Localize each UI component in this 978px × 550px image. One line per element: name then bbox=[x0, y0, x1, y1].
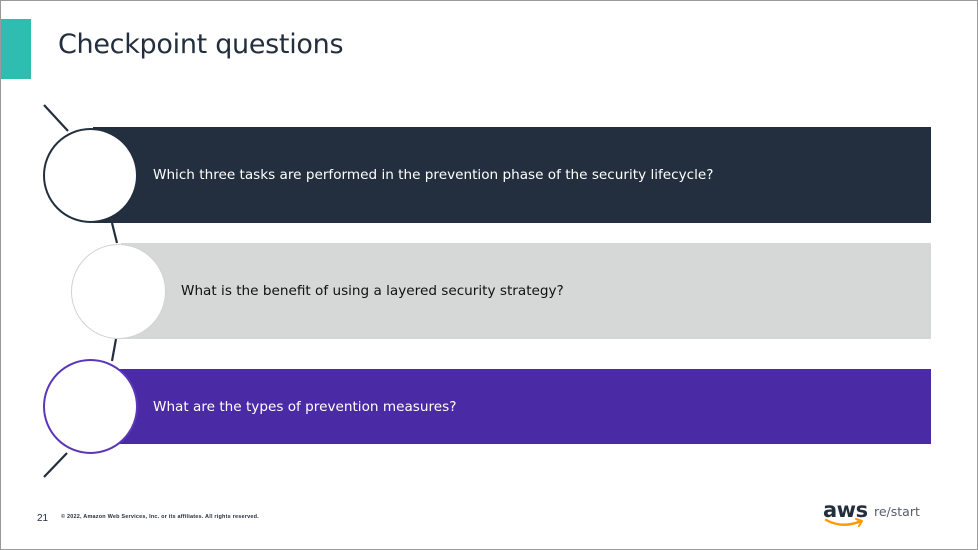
restart-logo-text: re/start bbox=[874, 504, 920, 519]
page-number: 21 bbox=[37, 513, 49, 524]
question-text-1: Which three tasks are performed in the p… bbox=[153, 167, 714, 183]
question-bar-2: What is the benefit of using a layered s… bbox=[121, 243, 931, 339]
question-bar-3: What are the types of prevention measure… bbox=[93, 369, 931, 444]
aws-restart-logo: aws re/start bbox=[823, 498, 933, 534]
slide: Checkpoint questions Which three tasks a… bbox=[0, 0, 978, 550]
question-circle-2 bbox=[71, 244, 166, 339]
question-bar-1: Which three tasks are performed in the p… bbox=[93, 127, 931, 223]
question-text-3: What are the types of prevention measure… bbox=[153, 398, 457, 415]
question-circle-3 bbox=[43, 359, 138, 454]
aws-smile-icon bbox=[824, 518, 863, 527]
copyright-notice: © 2022, Amazon Web Services, Inc. or its… bbox=[61, 514, 259, 520]
question-circle-1 bbox=[43, 128, 138, 223]
question-text-2: What is the benefit of using a layered s… bbox=[181, 283, 564, 299]
